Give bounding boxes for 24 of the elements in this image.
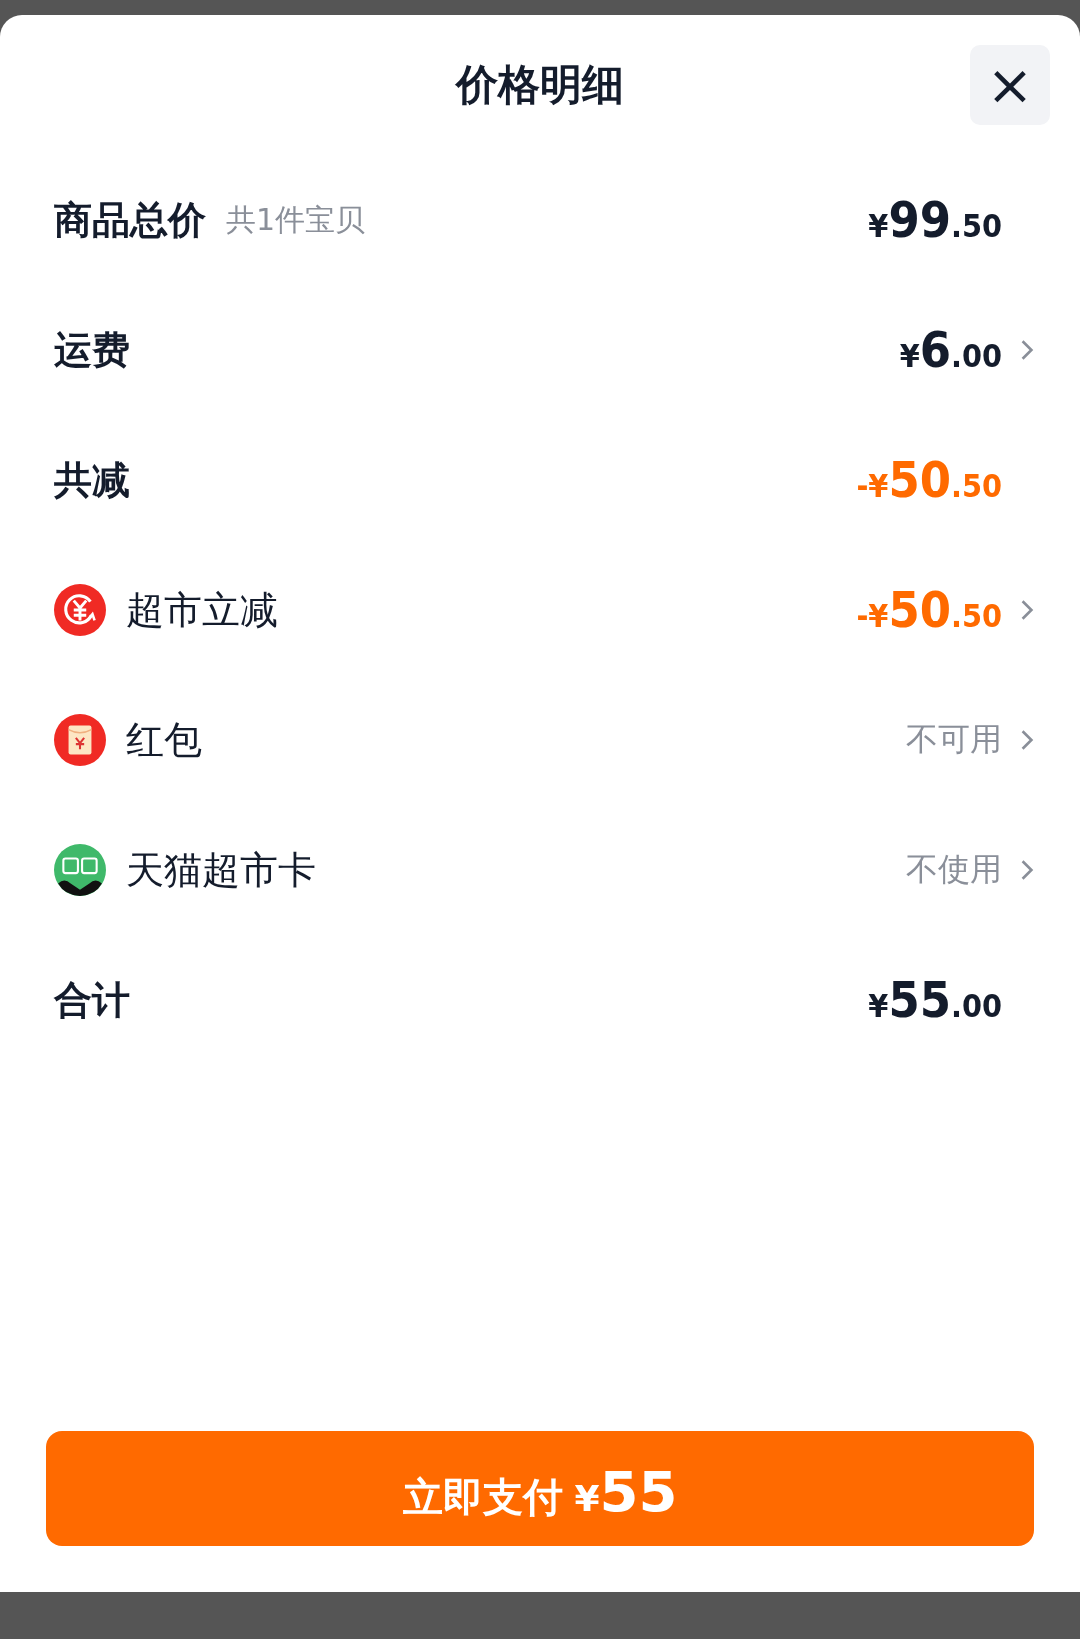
chevron-icon[interactable]: [1020, 599, 1034, 621]
chevron-icon[interactable]: [1020, 859, 1034, 881]
row-label: 天猫超市卡: [126, 846, 316, 894]
row-label: 红包: [126, 716, 202, 764]
row-label: 商品总价: [54, 196, 206, 244]
close-button[interactable]: ×: [970, 45, 1050, 125]
price-amount: ¥55.00: [868, 971, 1002, 1029]
chevron-icon[interactable]: [1020, 339, 1034, 361]
price-amount: -¥50.50: [856, 581, 1002, 639]
row-label: 共减: [54, 456, 130, 504]
price-amount: -¥50.50: [856, 451, 1002, 509]
row-label: 运费: [54, 326, 130, 374]
row-label: 合计: [54, 976, 130, 1024]
status-text: 不可用: [906, 719, 1002, 760]
envelope-icon: [54, 714, 106, 766]
sheet-title: 价格明细: [456, 59, 624, 111]
price-amount: ¥99.50: [868, 191, 1002, 249]
status-text: 不使用: [906, 849, 1002, 890]
market-card-icon: [54, 844, 106, 896]
chevron-icon[interactable]: [1020, 729, 1034, 751]
price-amount: ¥6.00: [899, 321, 1002, 379]
item-count: 共1件宝贝: [226, 200, 366, 239]
coupon-icon: [54, 584, 106, 636]
row-label: 超市立减: [126, 586, 278, 634]
